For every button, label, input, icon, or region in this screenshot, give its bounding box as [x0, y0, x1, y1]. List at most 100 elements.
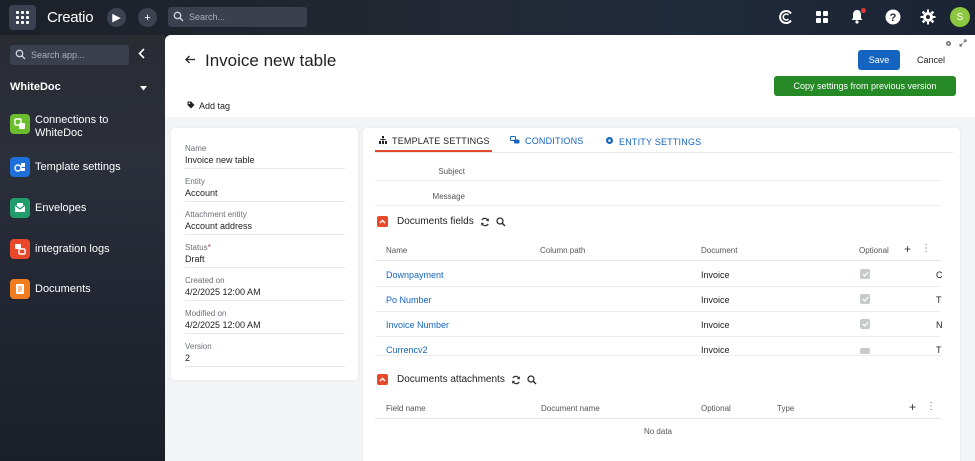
row-document: Invoice	[701, 295, 730, 305]
sidebar-item-connections[interactable]: Connections to WhiteDoc	[10, 114, 135, 140]
search-icon[interactable]	[496, 216, 506, 227]
sidebar-item-label: Connections to WhiteDoc	[35, 114, 109, 139]
table-row[interactable]: Downpayment Invoice C	[375, 262, 943, 287]
message-label: Message	[432, 192, 465, 201]
top-bar: Creatio ▶ + Search... ? S	[0, 0, 975, 35]
refresh-icon[interactable]	[480, 217, 490, 227]
help-button[interactable]: ?	[883, 8, 902, 27]
message-field[interactable]: Message	[375, 189, 941, 206]
tab-label: ENTITY SETTINGS	[619, 136, 702, 147]
row-name-link[interactable]: Po Number	[386, 295, 432, 305]
field-value: 2	[185, 353, 345, 367]
row-truncated-cell: T	[936, 295, 942, 305]
row-document: Invoice	[701, 320, 730, 330]
table-row[interactable]: Invoice Number Invoice N	[375, 312, 943, 337]
active-tab-indicator	[375, 150, 492, 152]
notification-badge	[861, 8, 866, 13]
tab-entity-settings[interactable]: ENTITY SETTINGS	[605, 136, 701, 147]
column-header-column-path[interactable]: Column path	[540, 246, 585, 255]
row-name-link[interactable]: Invoice Number	[386, 320, 449, 330]
table-row[interactable]: Po Number Invoice T	[375, 287, 942, 312]
subject-field[interactable]: Subject	[375, 164, 941, 181]
create-button[interactable]: +	[138, 8, 157, 27]
add-column-plus-icon[interactable]: +	[909, 400, 916, 414]
column-header-optional[interactable]: Optional	[701, 404, 731, 413]
sidebar-item-integration-logs[interactable]: integration logs	[10, 239, 135, 259]
documents-fields-table-header: Name Column path Document Optional	[375, 241, 941, 261]
row-name-link[interactable]: Downpayment	[386, 270, 444, 280]
app-search-placeholder: Search app...	[31, 50, 85, 60]
optional-checkbox[interactable]	[860, 319, 870, 329]
column-header-document-name[interactable]: Document name	[541, 404, 600, 413]
app-launcher-button[interactable]	[9, 5, 36, 30]
column-header-field-name[interactable]: Field name	[386, 404, 426, 413]
documents-attachments-table-header: Field name Document name Optional Type	[375, 399, 941, 419]
row-document: Invoice	[701, 345, 730, 355]
caret-down-icon[interactable]	[140, 83, 147, 93]
sidebar-item-documents[interactable]: Documents	[10, 279, 135, 299]
collapse-icon[interactable]	[377, 216, 388, 227]
row-name-link[interactable]: Currencv2	[386, 345, 428, 355]
expand-icon[interactable]	[959, 39, 967, 49]
tab-template-settings[interactable]: TEMPLATE SETTINGS	[379, 136, 490, 146]
column-header-optional[interactable]: Optional	[859, 246, 889, 255]
svg-text:?: ?	[889, 12, 896, 24]
version-field[interactable]: Version 2	[185, 342, 345, 367]
field-value: 4/2/2025 12:00 AM	[185, 320, 345, 334]
user-avatar[interactable]: S	[950, 7, 970, 27]
attachment-entity-field[interactable]: Attachment entity Account address	[185, 210, 345, 235]
add-tag-button[interactable]: Add tag	[187, 101, 230, 111]
tab-conditions[interactable]: CONDITIONS	[510, 136, 584, 146]
cancel-button[interactable]: Cancel	[907, 50, 955, 70]
more-options-icon[interactable]: ⋮	[921, 243, 931, 254]
search-icon	[173, 11, 184, 24]
save-button[interactable]: Save	[858, 50, 900, 70]
name-field[interactable]: Name Invoice new table	[185, 144, 345, 169]
sidebar-collapse-button[interactable]	[138, 48, 146, 62]
field-label: Entity	[185, 177, 206, 186]
sidebar-item-template-settings[interactable]: Template settings	[10, 157, 135, 177]
gear-icon	[605, 136, 614, 147]
app-search-input[interactable]: Search app...	[10, 45, 129, 65]
check-icon	[861, 296, 869, 302]
refresh-icon[interactable]	[511, 375, 521, 385]
envelope-icon	[10, 198, 30, 218]
settings-button[interactable]	[918, 8, 937, 27]
column-header-document[interactable]: Document	[701, 246, 737, 255]
entity-field[interactable]: Entity Account	[185, 177, 345, 202]
tag-icon	[187, 101, 195, 111]
optional-checkbox[interactable]	[860, 269, 870, 279]
apps-grid-icon	[815, 10, 829, 26]
record-info-panel: Name Invoice new table Entity Account At…	[171, 128, 358, 380]
conditions-icon	[510, 136, 520, 146]
more-options-icon[interactable]: ⋮	[926, 401, 936, 412]
field-label: Attachment entity	[185, 210, 247, 219]
back-button[interactable]	[185, 53, 196, 67]
field-label: Version	[185, 342, 212, 351]
run-process-button[interactable]: ▶	[107, 8, 126, 27]
row-truncated-cell: N	[936, 320, 943, 330]
sidebar-item-envelopes[interactable]: Envelopes	[10, 198, 135, 218]
brand-logo[interactable]: Creatio	[47, 9, 94, 26]
page-settings-icon[interactable]	[945, 39, 952, 49]
workspace-title[interactable]: WhiteDoc	[10, 81, 61, 93]
column-header-type[interactable]: Type	[777, 404, 794, 413]
search-icon[interactable]	[527, 374, 537, 385]
apps-button[interactable]	[812, 8, 831, 27]
field-value: Account address	[185, 221, 345, 235]
table-row[interactable]: Currencv2 Invoice T	[375, 337, 942, 356]
optional-checkbox[interactable]	[860, 294, 870, 304]
field-label: Modified on	[185, 309, 227, 318]
field-label: Status*	[185, 243, 345, 252]
column-header-name[interactable]: Name	[386, 246, 407, 255]
link-icon	[10, 114, 30, 134]
creatio-ai-button[interactable]	[776, 8, 795, 27]
field-value: Invoice new table	[185, 155, 345, 169]
status-field[interactable]: Status* Draft	[185, 243, 345, 268]
check-icon	[861, 271, 869, 277]
add-column-plus-icon[interactable]: +	[904, 242, 911, 256]
collapse-icon[interactable]	[377, 374, 388, 385]
copy-settings-button[interactable]: Copy settings from previous version	[774, 76, 956, 96]
global-search-input[interactable]: Search...	[168, 7, 307, 27]
optional-checkbox[interactable]	[860, 348, 870, 354]
